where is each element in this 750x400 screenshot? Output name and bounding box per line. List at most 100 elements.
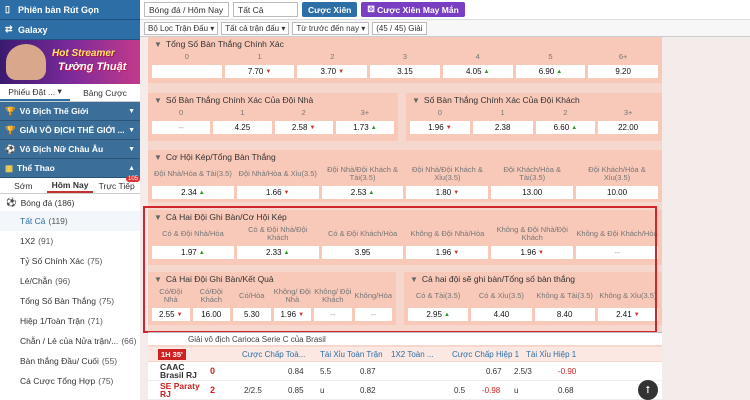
- scroll-top-button[interactable]: ⭡: [638, 380, 658, 400]
- chevron-down-icon: ▼: [128, 145, 135, 153]
- odds-button[interactable]: 3.70 ▼: [297, 65, 368, 78]
- team-name: CAAC Brasil RJ: [160, 362, 197, 380]
- odds-button[interactable]: 3.15: [370, 65, 440, 78]
- odds-header: 1: [257, 52, 262, 61]
- topbar: Bóng đá / Hôm Nay Tất Cả Cược Xiên ⚄ Cượ…: [140, 0, 750, 20]
- odds-value[interactable]: 0.84: [288, 367, 304, 376]
- odds-button[interactable]: 2.53 ▲: [321, 186, 404, 199]
- arrow-down-icon: ▼: [265, 68, 272, 75]
- tab-bet-list[interactable]: Bảng Cược: [70, 84, 140, 101]
- col-h1-ou: Tài Xỉu Hiệp 1: [526, 349, 577, 359]
- ball-icon: ⚽: [6, 197, 17, 207]
- market-item[interactable]: Tổng Số Bàn Thắng (75): [0, 291, 140, 311]
- odds-value[interactable]: 0.87: [360, 367, 376, 376]
- odds-header: 2: [563, 108, 568, 117]
- league-world-cup-2[interactable]: 🏆 GIẢI VÔ ĐỊCH THẾ GIỚI ... ▼: [0, 121, 140, 140]
- sport-select[interactable]: Bóng đá / Hôm Nay: [144, 2, 229, 17]
- odds-button[interactable]: 2.38: [472, 121, 533, 134]
- odds-button[interactable]: 6.90 ▲: [515, 65, 586, 78]
- odds-headers: 0 1 2 3 4 5 6+: [148, 51, 662, 63]
- arrow-up-icon: ▲: [483, 68, 490, 75]
- compact-version-label: Phiên bản Rút Gọn: [18, 4, 99, 15]
- league-title-row[interactable]: Giải vô địch Carioca Serie C của Brasil: [148, 332, 662, 345]
- market-item[interactable]: Tỷ Số Chính Xác (75): [0, 251, 140, 271]
- odds-button[interactable]: 7.70 ▼: [224, 65, 295, 78]
- odds-value: --: [178, 123, 184, 132]
- chevron-down-icon: ▼: [154, 152, 162, 162]
- odds-button[interactable]: 2.58 ▼: [274, 121, 333, 134]
- tab-bet-slip[interactable]: Phiếu Đặt ... ▾: [0, 84, 70, 101]
- odds-button[interactable]: 10.00: [576, 186, 658, 199]
- time-range-select[interactable]: Từ trước đến nay ▾: [292, 21, 370, 35]
- filterbar: Bộ Lọc Trận Đấu ▾ Tất cả trận đấu ▾ Từ t…: [140, 20, 750, 37]
- league-count-select[interactable]: (45 / 45) Giải: [372, 21, 427, 35]
- odds-value: 7.70: [247, 67, 264, 76]
- section-header[interactable]: ▼ Tổng Số Bàn Thắng Chính Xác: [148, 37, 662, 51]
- odds-button[interactable]: 6.60 ▲: [535, 121, 596, 134]
- parlay-button[interactable]: Cược Xiên: [302, 2, 358, 17]
- odds-value: 2.53: [350, 188, 367, 197]
- odds-button[interactable]: --: [152, 121, 211, 134]
- market-item[interactable]: Lẻ/Chẵn (96): [0, 271, 140, 291]
- arrow-up-icon: ▲: [556, 68, 563, 75]
- tab-today[interactable]: Hôm Nay: [46, 178, 94, 193]
- odds-value[interactable]: 0.68: [558, 386, 574, 395]
- compact-version-link[interactable]: ▯ Phiên bản Rút Gọn: [0, 0, 140, 20]
- league-world-cup[interactable]: 🏆 Vô Địch Thế Giới ▼: [0, 102, 140, 121]
- match-row-home: CAAC Brasil RJ 0 0.84 5.5 0.87 0.67 2.5/…: [148, 362, 662, 381]
- section-header[interactable]: ▼ Số Bàn Thắng Chính Xác Của Đội Nhà: [148, 93, 398, 107]
- tab-live[interactable]: Trực Tiếp 105: [93, 176, 140, 193]
- odds-value[interactable]: 0.82: [360, 386, 376, 395]
- tab-early[interactable]: Sớm: [0, 178, 47, 193]
- odds-button[interactable]: 2.34 ▲: [152, 186, 234, 199]
- galaxy-link[interactable]: ⇄ Galaxy: [0, 20, 140, 40]
- odds-button[interactable]: 1.80 ▼: [406, 186, 489, 199]
- odds-button[interactable]: 13.00: [491, 186, 574, 199]
- odds-value: 2.38: [494, 123, 511, 132]
- live-time-badge: 1H 35': [158, 348, 186, 360]
- section-title: Số Bàn Thắng Chính Xác Của Đội Khách: [423, 95, 580, 105]
- odds-button[interactable]: [152, 65, 222, 78]
- market-count: (75): [98, 296, 115, 306]
- section-header[interactable]: ▼ Số Bàn Thắng Chính Xác Của Đội Khách: [406, 93, 662, 107]
- market-item[interactable]: Chẵn / Lẻ của Nửa trận/... (66): [0, 331, 140, 351]
- odds-header: Đội Nhà/Hòa & Tài(3.5): [154, 169, 232, 178]
- odds-header: Đội Nhà/Đội Khách & Tài(3.5): [327, 165, 398, 182]
- lucky-parlay-button[interactable]: ⚄ Cược Xiên May Mắn: [361, 2, 465, 17]
- sort-select[interactable]: Tất cả trận đấu ▾: [221, 21, 290, 35]
- match-filter-select[interactable]: Bộ Lọc Trận Đấu ▾: [144, 21, 219, 35]
- odds-value[interactable]: -0.98: [482, 386, 500, 395]
- market-item[interactable]: Tất Cả (119): [0, 211, 140, 231]
- market-count: (55): [101, 356, 118, 366]
- odds-button[interactable]: 4.05 ▲: [442, 65, 513, 78]
- sport-football[interactable]: ⚽ Bóng đá (186): [0, 194, 140, 211]
- odds-value[interactable]: -0.90: [558, 367, 576, 376]
- market-label: Tổng Số Bàn Thắng: [20, 296, 96, 306]
- market-label: Chẵn / Lẻ của Nửa trận/...: [20, 336, 119, 346]
- odds-button[interactable]: 1.73 ▲: [335, 121, 394, 134]
- sports-header[interactable]: ▦ Thể Thao ▲: [0, 159, 140, 178]
- odds-button[interactable]: 1.96 ▼: [410, 121, 470, 134]
- odds-button[interactable]: 1.66 ▼: [236, 186, 319, 199]
- market-item[interactable]: Cá Cược Tổng Hợp (75): [0, 371, 140, 391]
- all-select[interactable]: Tất Cả: [233, 2, 298, 17]
- streamer-avatar: [6, 44, 46, 80]
- market-item[interactable]: Bàn thắng Đầu/ Cuối (55): [0, 351, 140, 371]
- league-women-euro[interactable]: ⚽ Vô Địch Nữ Châu Âu ▼: [0, 140, 140, 159]
- odds-header: Đội Nhà/Đội Khách & Xỉu(3.5): [411, 165, 483, 182]
- odds-button[interactable]: 22.00: [598, 121, 658, 134]
- market-label: Cá Cược Tổng Hợp: [20, 376, 96, 386]
- section-header[interactable]: ▼ Cơ Hội Kép/Tổng Bàn Thắng: [148, 150, 662, 164]
- odds-value[interactable]: 0.67: [486, 367, 502, 376]
- live-count-badge: 105: [126, 176, 140, 182]
- market-item[interactable]: 1X2 (91): [0, 231, 140, 251]
- odds-header: 3+: [360, 108, 370, 117]
- market-item[interactable]: Hiệp 1/Toàn Trận (71): [0, 311, 140, 331]
- line-value: u: [514, 385, 519, 395]
- streamer-banner[interactable]: Hot Streamer Tường Thuật: [0, 40, 140, 84]
- odds-button[interactable]: 4.25: [213, 121, 272, 134]
- odds-value: 10.00: [607, 188, 628, 197]
- odds-button[interactable]: 9.20: [588, 65, 659, 78]
- market-count: (71): [87, 316, 103, 326]
- odds-value[interactable]: 0.85: [288, 386, 304, 395]
